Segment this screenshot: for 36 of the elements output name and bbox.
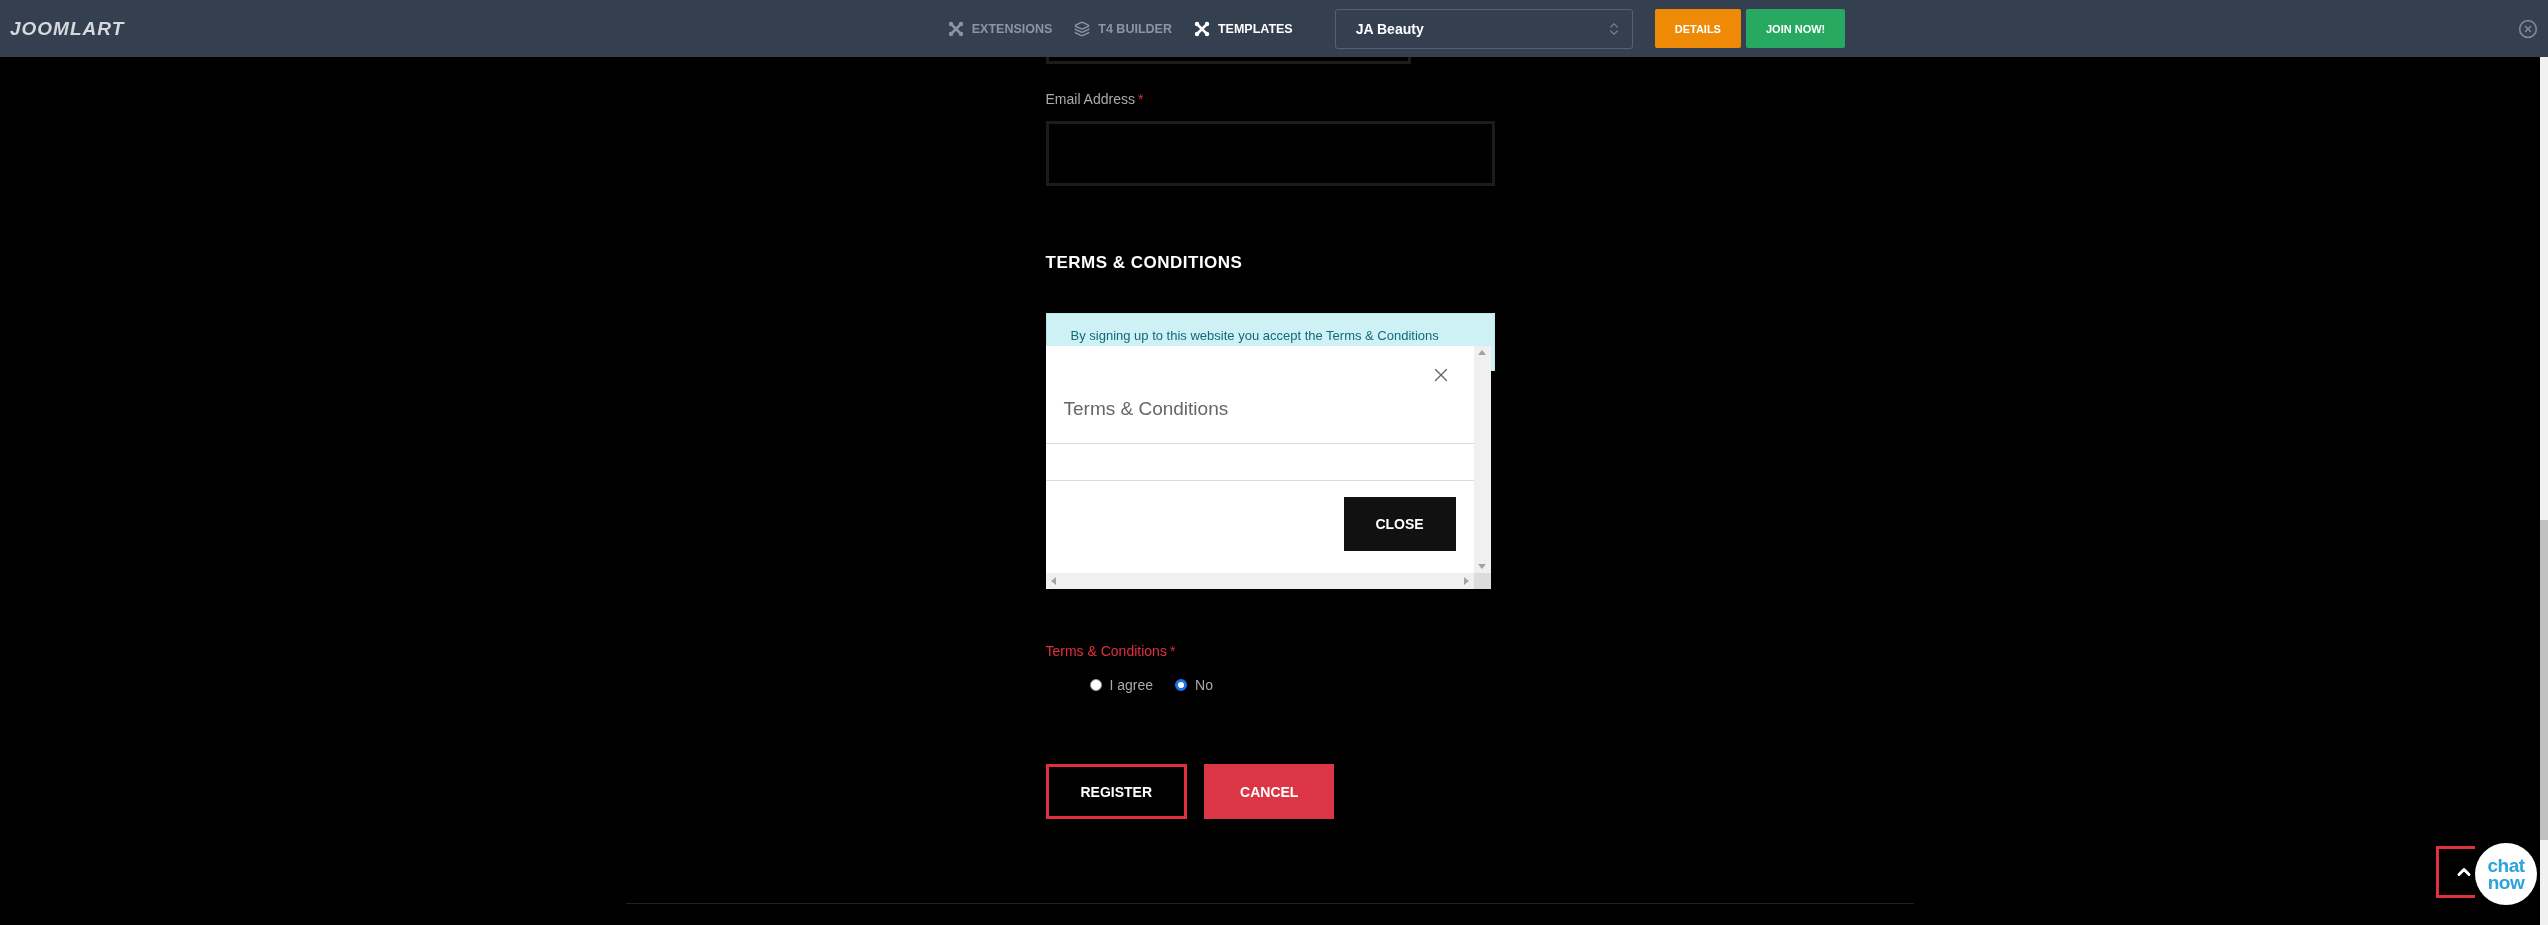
down-arrow-icon[interactable] (1478, 564, 1486, 569)
field-label: Email Address * (1045, 91, 1145, 107)
section-title: TERMS & CONDITIONS (1045, 253, 1244, 273)
nav-link[interactable]: T4 BUILDER (1074, 20, 1172, 37)
cross-icon (1193, 20, 1210, 37)
nav-label: T4 BUILDER (1098, 21, 1172, 36)
scrollbar[interactable] (1045, 573, 1474, 589)
close-button[interactable]: CLOSE (1343, 497, 1456, 551)
cross-icon (947, 20, 964, 37)
radio-button[interactable] (1175, 679, 1188, 691)
form-button[interactable]: REGISTER (1045, 764, 1188, 819)
email-field[interactable] (1045, 121, 1495, 186)
left-arrow-icon[interactable] (1050, 577, 1056, 585)
nav-label: EXTENSIONS (971, 21, 1053, 36)
template-select[interactable]: JA Beauty (1334, 8, 1633, 49)
close-icon[interactable] (2518, 18, 2538, 39)
logo[interactable]: JOOMLART (10, 17, 170, 40)
select-value: JA Beauty (1355, 20, 1424, 37)
field-label: Terms & Conditions * (1045, 643, 1177, 659)
radio-label: I agree (1109, 677, 1154, 693)
nav-link[interactable]: TEMPLATES (1193, 20, 1293, 37)
up-arrow-icon[interactable] (1478, 350, 1486, 355)
nav-label: TEMPLATES (1217, 21, 1293, 36)
radio-option[interactable]: I agree (1089, 677, 1154, 693)
back-to-top-button[interactable] (2436, 846, 2475, 898)
modal-title: Terms & Conditions (1063, 398, 1229, 420)
radio-button[interactable] (1089, 679, 1102, 691)
radio-label: No (1195, 677, 1213, 693)
scrollbar[interactable] (1473, 346, 1491, 573)
form-button[interactable]: CANCEL (1204, 764, 1335, 819)
scrollbar[interactable] (2540, 57, 2548, 925)
input-field[interactable] (1045, 57, 1411, 64)
radio-option[interactable]: No (1175, 677, 1213, 693)
scroll-thumb[interactable] (2540, 520, 2548, 840)
right-arrow-icon[interactable] (1463, 577, 1469, 585)
layers-icon (1074, 20, 1091, 37)
